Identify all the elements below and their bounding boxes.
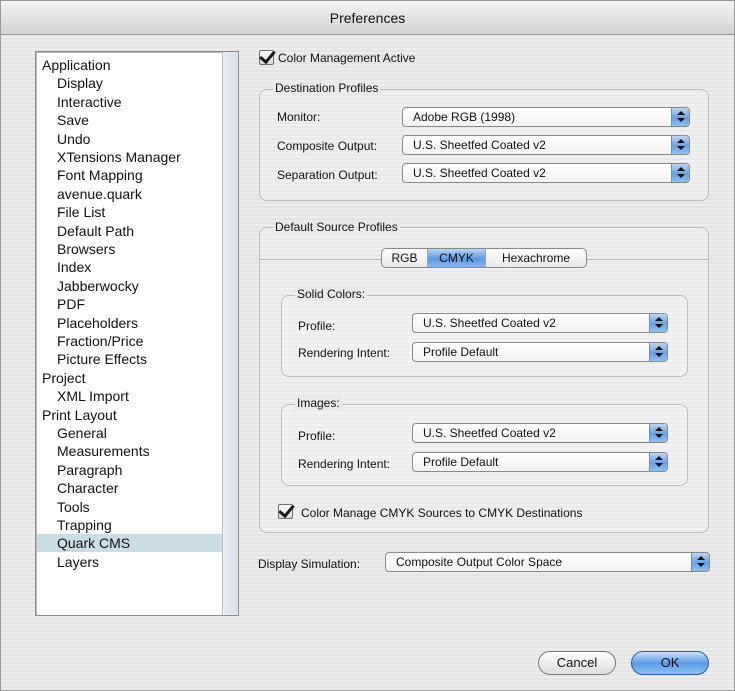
sidebar-item-application[interactable]: Application <box>37 56 223 74</box>
select-arrows-icon <box>649 453 667 471</box>
tab-rgb[interactable]: RGB <box>382 249 428 267</box>
cancel-button[interactable]: Cancel <box>538 651 616 675</box>
select-arrows-icon <box>649 314 667 332</box>
select-arrows-icon <box>671 164 689 182</box>
sidebar-item-print-layout[interactable]: Print Layout <box>37 406 223 424</box>
sidebar-item-index[interactable]: Index <box>37 258 223 276</box>
sidebar-item-xtensions-manager[interactable]: XTensions Manager <box>37 148 223 166</box>
sidebar-item-picture-effects[interactable]: Picture Effects <box>37 350 223 368</box>
sidebar-item-paragraph[interactable]: Paragraph <box>37 461 223 479</box>
select-arrows-icon <box>649 343 667 361</box>
select-arrows-icon <box>671 136 689 154</box>
tab-cmyk[interactable]: CMYK <box>428 249 486 267</box>
display-simulation-label: Display Simulation: <box>258 557 361 571</box>
sidebar-item-display[interactable]: Display <box>37 74 223 92</box>
destination-profiles-title: Destination Profiles <box>273 81 381 95</box>
images-profile-value: U.S. Sheetfed Coated v2 <box>423 426 556 440</box>
cmyk-to-cmyk-checkbox[interactable] <box>278 504 293 519</box>
sidebar-item-xml-import[interactable]: XML Import <box>37 387 223 405</box>
composite-output-label: Composite Output: <box>277 139 378 153</box>
images-profile-label: Profile: <box>298 429 336 443</box>
select-arrows-icon <box>691 553 709 571</box>
images-profile-select[interactable]: U.S. Sheetfed Coated v2 <box>412 423 668 443</box>
default-source-profiles-group <box>259 227 709 533</box>
sidebar-item-layers[interactable]: Layers <box>37 553 223 571</box>
sidebar-item-default-path[interactable]: Default Path <box>37 222 223 240</box>
images-rendering-intent-value: Profile Default <box>423 455 499 469</box>
sidebar-item-jabberwocky[interactable]: Jabberwocky <box>37 277 223 295</box>
sidebar-item-project[interactable]: Project <box>37 369 223 387</box>
solid-rendering-intent-label: Rendering Intent: <box>298 346 391 360</box>
preferences-window: Preferences Layers Quark CMS Trapping Tools… <box>0 0 735 691</box>
display-simulation-select[interactable]: Composite Output Color Space <box>385 552 710 572</box>
separation-output-label: Separation Output: <box>277 168 378 182</box>
composite-output-value: U.S. Sheetfed Coated v2 <box>413 138 546 152</box>
solid-colors-group <box>281 295 688 377</box>
sidebar-item-pdf[interactable]: PDF <box>37 295 223 313</box>
sidebar-item-trapping[interactable]: Trapping <box>37 516 223 534</box>
select-arrows-icon <box>671 108 689 126</box>
sidebar-item-interactive[interactable]: Interactive <box>37 93 223 111</box>
solid-colors-profile-select[interactable]: U.S. Sheetfed Coated v2 <box>412 313 668 333</box>
select-arrows-icon <box>649 424 667 442</box>
separation-output-select[interactable]: U.S. Sheetfed Coated v2 <box>402 163 690 183</box>
sidebar-item-measurements[interactable]: Measurements <box>37 442 223 460</box>
sidebar-item-general[interactable]: General <box>37 424 223 442</box>
window-title: Preferences <box>1 1 734 35</box>
color-management-active-checkbox[interactable] <box>259 50 274 65</box>
sidebar-item-font-mapping[interactable]: Font Mapping <box>37 166 223 184</box>
sidebar-item-tools[interactable]: Tools <box>37 498 223 516</box>
images-title: Images: <box>295 396 342 410</box>
sidebar-item-save[interactable]: Save <box>37 111 223 129</box>
solid-colors-rendering-intent-select[interactable]: Profile Default <box>412 342 668 362</box>
sidebar-item-fraction-price[interactable]: Fraction/Price <box>37 332 223 350</box>
separation-output-value: U.S. Sheetfed Coated v2 <box>413 166 546 180</box>
source-profile-tabs: RGB CMYK Hexachrome <box>381 248 587 268</box>
solid-profile-label: Profile: <box>298 319 336 333</box>
images-rendering-intent-select[interactable]: Profile Default <box>412 452 668 472</box>
sidebar-item-browsers[interactable]: Browsers <box>37 240 223 258</box>
sidebar-scrollbar[interactable] <box>222 52 238 615</box>
sidebar-item-quark-cms[interactable]: Quark CMS <box>37 534 223 553</box>
sidebar-item-avenue-quark[interactable]: avenue.quark <box>37 185 223 203</box>
cmyk-to-cmyk-label: Color Manage CMYK Sources to CMYK Destin… <box>301 506 583 520</box>
color-management-active-label: Color Management Active <box>278 51 416 65</box>
default-source-profiles-title: Default Source Profiles <box>273 220 400 234</box>
monitor-profile-value: Adobe RGB (1998) <box>413 110 516 124</box>
sidebar-item-file-list[interactable]: File List <box>37 203 223 221</box>
sidebar-item-undo[interactable]: Undo <box>37 130 223 148</box>
monitor-profile-select[interactable]: Adobe RGB (1998) <box>402 107 690 127</box>
solid-colors-rendering-intent-value: Profile Default <box>423 345 499 359</box>
composite-output-select[interactable]: U.S. Sheetfed Coated v2 <box>402 135 690 155</box>
tab-hexachrome[interactable]: Hexachrome <box>486 249 586 267</box>
images-rendering-intent-label: Rendering Intent: <box>298 457 391 471</box>
sidebar-item-character[interactable]: Character <box>37 479 223 497</box>
monitor-label: Monitor: <box>277 110 321 124</box>
solid-colors-profile-value: U.S. Sheetfed Coated v2 <box>423 316 556 330</box>
display-simulation-value: Composite Output Color Space <box>396 555 563 569</box>
preferences-category-list[interactable]: Layers Quark CMS Trapping Tools Character Par… <box>35 51 239 616</box>
solid-colors-title: Solid Colors: <box>295 287 368 301</box>
sidebar-item-placeholders[interactable]: Placeholders <box>37 314 223 332</box>
ok-button[interactable]: OK <box>631 651 709 675</box>
images-group <box>281 404 688 486</box>
